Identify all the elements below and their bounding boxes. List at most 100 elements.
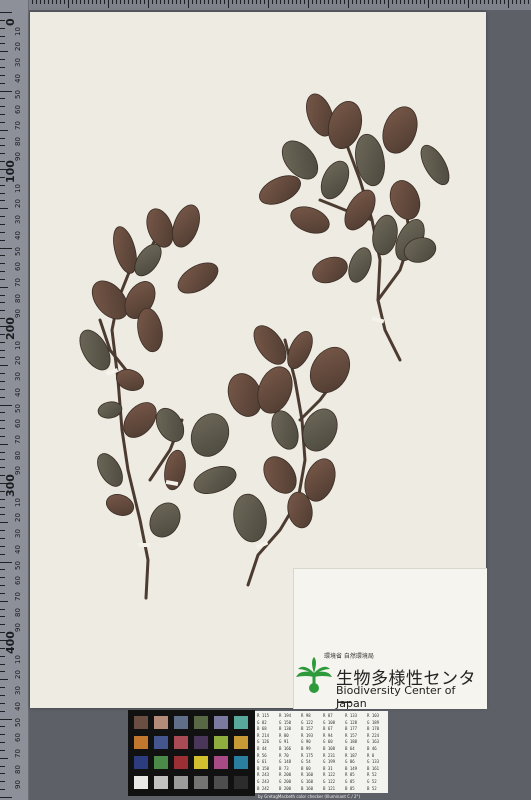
color-value-cell: R 187	[345, 752, 358, 758]
color-value-cell: G 126	[257, 739, 270, 745]
color-value-cell: R 8	[367, 752, 375, 758]
color-value-cell: G 54	[301, 759, 311, 765]
color-value-cell: R 200	[279, 772, 292, 778]
color-value-cell: G 61	[257, 759, 267, 765]
color-value-cell: B 52	[367, 785, 377, 791]
color-value-cell: B 68	[257, 726, 267, 732]
color-value-cell: R 194	[279, 713, 292, 718]
color-value-cell: G 199	[323, 759, 336, 765]
color-value-table: R 115 R 194 R 98 R 87 R 133 R 103 G 82 G 150 G 1…	[255, 711, 388, 793]
color-value-cell: B 160	[301, 785, 314, 791]
leaf	[149, 502, 181, 538]
color-value-cell: G 200	[279, 779, 292, 784]
color-value-cell: R 52	[367, 772, 377, 778]
leaf	[382, 106, 418, 154]
biodiversity-center-logo-icon	[296, 657, 332, 693]
color-value-cell: B 31	[323, 765, 333, 771]
color-value-cell: G 82	[257, 719, 267, 725]
color-swatch	[174, 736, 188, 749]
color-value-cell: R 231	[323, 752, 336, 758]
mounting-tape	[138, 543, 150, 547]
color-value-cell: G 90	[301, 739, 311, 745]
color-value-cell: R 103	[367, 713, 380, 718]
color-value-cell: R 85	[345, 772, 355, 778]
leaf	[106, 494, 134, 516]
leaf	[172, 204, 200, 248]
color-value-cell: B 44	[257, 746, 267, 751]
color-swatch	[214, 736, 228, 749]
color-value-cell: R 160	[301, 772, 314, 778]
color-value-cell: B 130	[279, 726, 292, 732]
color-value-cell: G 91	[279, 739, 289, 745]
color-value-cell: G 188	[345, 739, 358, 745]
color-value-cell: B 121	[323, 785, 336, 791]
color-value-cell: B 200	[279, 785, 292, 791]
color-value-cell: B 67	[323, 726, 333, 732]
color-value-cell: R 214	[257, 732, 270, 738]
leaf	[271, 410, 299, 450]
color-value-cell: G 86	[345, 759, 355, 765]
color-value-cell: B 166	[279, 746, 292, 751]
color-value-cell: G 108	[323, 719, 336, 725]
color-swatch	[194, 776, 208, 789]
specimen-photo: 0 10 20 30 40 50 60 70 80 90 100 10 20 30 40 50 60 70 80 90…	[0, 0, 531, 800]
mounting-tape	[255, 540, 269, 550]
color-swatch	[174, 756, 188, 769]
color-value-cell: B 177	[345, 726, 358, 732]
color-value-cell: G 60	[323, 739, 333, 745]
color-value-cell: G 128	[345, 719, 358, 725]
color-swatch	[154, 716, 168, 729]
color-value-cell: B 149	[345, 765, 358, 771]
color-value-cell: R 157	[345, 732, 358, 738]
color-value-cell: B 99	[301, 746, 311, 751]
color-value-cell: B 64	[345, 746, 355, 751]
color-value-cell: B 85	[345, 785, 355, 791]
leaf	[155, 407, 185, 443]
color-value-cell: G 85	[345, 779, 355, 784]
color-value-cell: R 94	[323, 732, 333, 738]
color-swatch	[214, 716, 228, 729]
leaf	[420, 144, 450, 186]
color-value-cell: B 161	[367, 765, 380, 771]
color-value-cell: R 98	[301, 713, 311, 718]
institution-label: 環境省 自然環境局 生物多様性センター Biodiversity Center …	[293, 568, 487, 714]
color-value-cell: B 170	[367, 726, 380, 732]
color-swatch	[214, 776, 228, 789]
color-swatch	[234, 716, 248, 729]
color-value-cell: R 175	[301, 752, 314, 758]
color-swatch	[234, 756, 248, 769]
color-value-cell: G 133	[367, 759, 380, 765]
color-swatch	[134, 776, 148, 789]
color-swatch	[174, 716, 188, 729]
leaf	[190, 413, 230, 457]
color-value-cell: G 243	[257, 779, 270, 784]
color-value-cell: G 163	[367, 739, 380, 745]
color-value-cell: R 122	[323, 772, 336, 778]
color-swatch	[194, 756, 208, 769]
color-value-cell: B 46	[367, 746, 377, 751]
color-swatch	[214, 756, 228, 769]
leaf	[348, 247, 372, 283]
color-value-cell: B 108	[323, 746, 336, 751]
color-value-cell: R 87	[323, 713, 333, 718]
color-value-cell: R 56	[257, 752, 267, 758]
color-value-cell: B 60	[301, 765, 311, 771]
color-value-cell: R 80	[279, 732, 289, 738]
leaf	[312, 256, 348, 284]
ministry-text: 環境省 自然環境局	[324, 653, 374, 660]
color-value-cell: R 70	[279, 752, 289, 758]
color-value-cell: G 148	[279, 759, 292, 765]
leaf	[97, 453, 123, 487]
color-value-cell: G 122	[323, 779, 336, 784]
color-swatch	[194, 716, 208, 729]
color-swatch	[234, 776, 248, 789]
color-value-cell: B 73	[279, 765, 289, 771]
color-value-cell: B 242	[257, 785, 270, 791]
leaf	[193, 466, 237, 494]
color-swatch	[154, 776, 168, 789]
color-value-cell: R 133	[345, 713, 358, 718]
color-swatch	[234, 736, 248, 749]
leaf	[320, 160, 350, 200]
color-swatch	[134, 716, 148, 729]
color-swatch	[154, 736, 168, 749]
